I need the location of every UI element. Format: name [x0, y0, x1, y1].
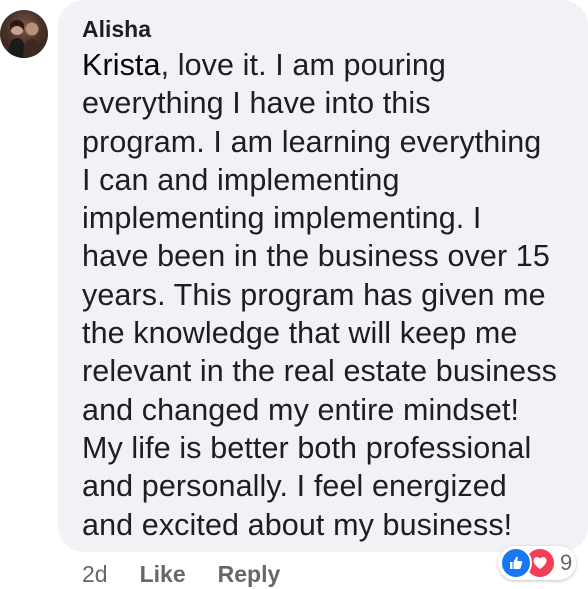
comment: Alisha Krista, love it. I am pouring eve…	[0, 0, 588, 589]
comment-timestamp[interactable]: 2d	[82, 560, 108, 588]
comment-line: and excited about my business!	[82, 507, 513, 542]
comment-line: have been in the business over 15	[82, 239, 550, 274]
comment-line: Krista, love it. I am pouring	[82, 48, 446, 82]
comment-line: program. I am learning everything	[82, 124, 542, 159]
comment-line: and changed my entire mindset!	[82, 392, 520, 427]
avatar-image	[8, 20, 41, 58]
thumbs-up-icon	[500, 547, 532, 579]
avatar[interactable]	[0, 10, 48, 58]
comment-author[interactable]: Alisha	[82, 14, 568, 44]
comment-bubble: Alisha Krista, love it. I am pouring eve…	[58, 0, 588, 552]
comment-line: relevant in the real estate business	[82, 354, 557, 389]
comment-line: implementing implementing. I	[82, 201, 482, 236]
comment-line: My life is better both professional	[82, 430, 532, 465]
comment-body: Krista, love it. I am pouring everything…	[82, 46, 568, 544]
reactions-summary[interactable]: 9	[498, 546, 577, 580]
comment-actions: 2d Like Reply	[82, 560, 312, 588]
comment-line: the knowledge that will keep me	[82, 316, 518, 351]
comment-line: everything I have into this	[82, 86, 431, 121]
mention-link[interactable]: Krista	[82, 48, 161, 82]
comment-line-text: love it. I am pouring	[177, 48, 446, 82]
comment-line: and personally. I feel energized	[82, 469, 507, 504]
comment-line: years. This program has given me	[82, 277, 546, 312]
like-button[interactable]: Like	[140, 560, 186, 588]
reply-button[interactable]: Reply	[218, 560, 281, 588]
reaction-count: 9	[560, 550, 573, 575]
comment-line: I can and implementing	[82, 162, 400, 197]
